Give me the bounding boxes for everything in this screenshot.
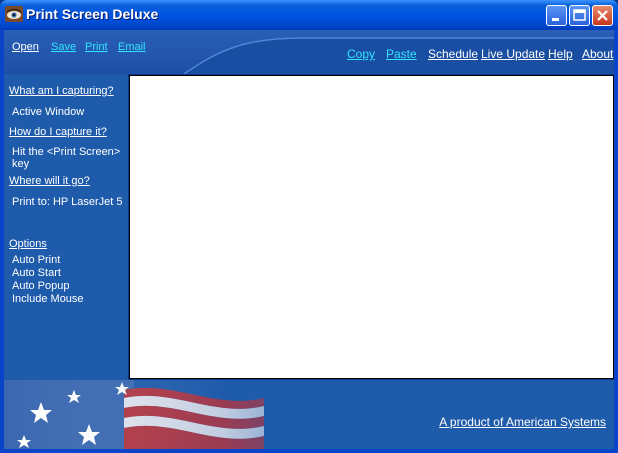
close-button[interactable] — [592, 5, 613, 26]
capture-what-link[interactable]: What am I capturing? — [9, 85, 114, 97]
capture-how-link[interactable]: How do I capture it? — [9, 126, 107, 138]
menu-bar: Open Save Print Email Copy Paste Schedul… — [0, 30, 618, 74]
capture-method-value-line2: key — [12, 158, 30, 170]
menu-print[interactable]: Print — [85, 41, 108, 53]
option-include-mouse[interactable]: Include Mouse — [12, 293, 84, 305]
menu-paste[interactable]: Paste — [386, 47, 417, 61]
window-title: Print Screen Deluxe — [26, 6, 159, 22]
minimize-icon — [552, 18, 559, 21]
title-bar[interactable]: Print Screen Deluxe — [0, 0, 618, 30]
menu-help[interactable]: Help — [548, 47, 573, 61]
options-link[interactable]: Options — [9, 238, 47, 250]
footer-banner: A product of American Systems — [0, 380, 618, 453]
app-window: Print Screen Deluxe Open Save Print Emai… — [0, 0, 618, 453]
american-systems-link[interactable]: A product of American Systems — [439, 415, 606, 429]
capture-where-link[interactable]: Where will it go? — [9, 175, 90, 187]
menu-copy[interactable]: Copy — [347, 47, 375, 61]
menu-schedule[interactable]: Schedule — [428, 47, 478, 61]
option-auto-popup[interactable]: Auto Popup — [12, 280, 70, 292]
close-icon — [597, 10, 608, 21]
capture-destination-value: Print to: HP LaserJet 5 — [12, 196, 123, 208]
maximize-icon — [573, 9, 586, 21]
option-auto-print[interactable]: Auto Print — [12, 254, 60, 266]
menu-about[interactable]: About — [582, 47, 613, 61]
option-auto-start[interactable]: Auto Start — [12, 267, 61, 279]
minimize-button[interactable] — [546, 5, 567, 26]
settings-sidebar: What am I capturing? Active Window How d… — [4, 74, 128, 380]
capture-preview-area[interactable] — [129, 75, 614, 379]
menu-save[interactable]: Save — [51, 41, 76, 53]
menu-live-update[interactable]: Live Update — [481, 47, 545, 61]
maximize-button[interactable] — [569, 5, 590, 26]
american-flag-image — [4, 380, 404, 449]
capture-target-value: Active Window — [12, 106, 85, 118]
capture-method-value-line1: Hit the <Print Screen> — [12, 146, 121, 158]
menu-email[interactable]: Email — [118, 41, 146, 53]
app-eye-icon — [5, 6, 23, 22]
menu-open[interactable]: Open — [12, 41, 39, 53]
